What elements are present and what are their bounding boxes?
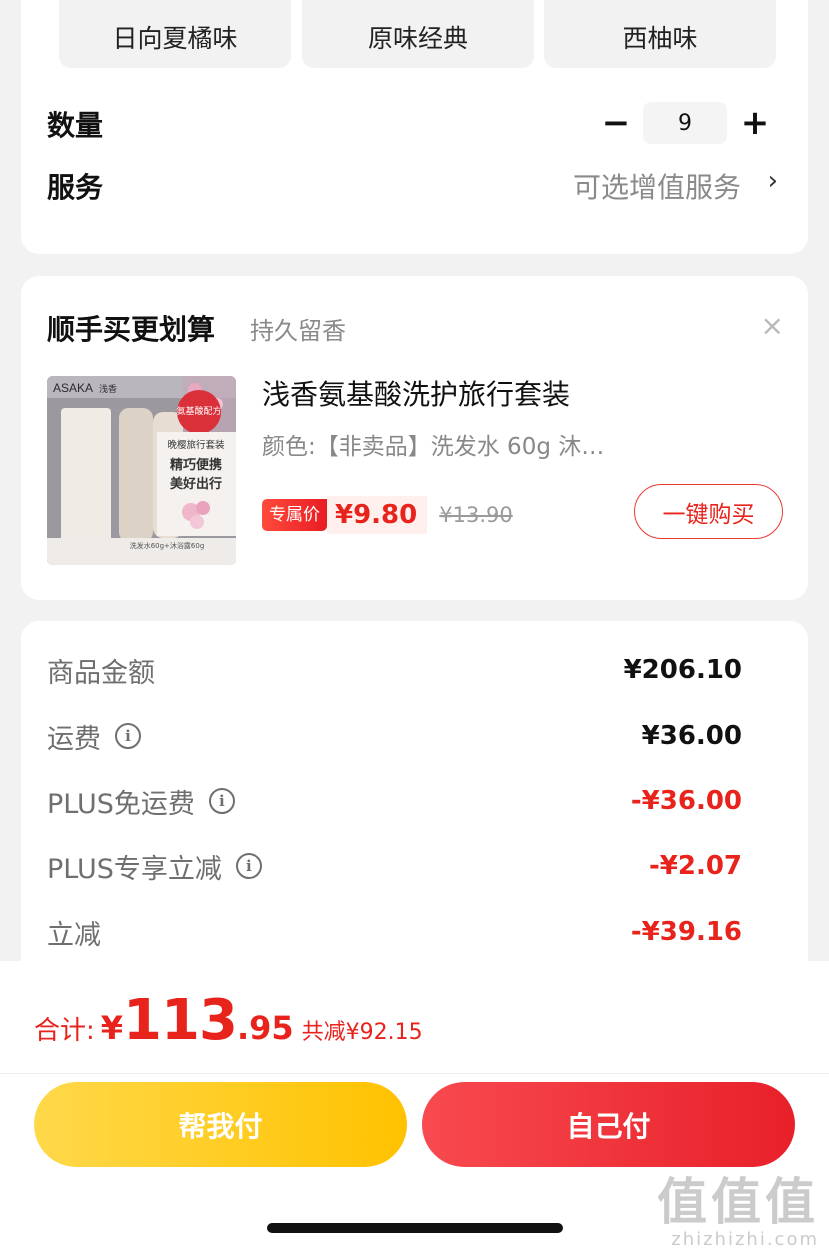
image-line-1: 晚樱旅行套装 — [167, 439, 225, 451]
exclusive-price-tag: 专属价 ¥9.80 ¥13.90 — [262, 496, 513, 534]
total-decimal: .95 — [236, 1009, 294, 1047]
summary-row-shipping: 运费 i ¥36.00 — [47, 716, 742, 756]
product-name[interactable]: 浅香氨基酸洗护旅行套装 — [262, 373, 570, 413]
one-click-buy-button[interactable]: 一键购买 — [634, 484, 783, 539]
order-total: 合计: ¥ 113 .95 共减¥92.15 — [34, 988, 423, 1053]
summary-label: 商品金额 — [47, 657, 155, 689]
sku-card: 日向夏橘味 原味经典 西柚味 数量 − 9 + 服务 可选增值服务 › — [21, 0, 808, 254]
watermark-url: zhizhizhi.com — [671, 1229, 819, 1250]
image-brand-text: ASAKA — [53, 381, 93, 395]
summary-label: 运费 — [47, 723, 101, 755]
total-currency: ¥ — [100, 1009, 124, 1047]
close-icon[interactable]: × — [761, 312, 784, 340]
info-icon[interactable]: i — [235, 853, 262, 879]
summary-row-goods: 商品金额 ¥206.10 — [47, 650, 742, 690]
image-line-2: 精巧便携 — [170, 457, 222, 473]
bundle-title: 顺手买更划算 — [47, 313, 216, 346]
total-integer: 113 — [123, 988, 238, 1053]
service-value[interactable]: 可选增值服务 — [573, 166, 741, 206]
exclusive-price: ¥9.80 — [327, 496, 428, 534]
watermark-logo: 值值值 — [657, 1173, 819, 1231]
summary-value: -¥36.00 — [630, 786, 742, 816]
quantity-decrease-button[interactable]: − — [596, 103, 636, 143]
product-spec: 颜色:【非卖品】洗发水 60g 沐浴露60g — [262, 434, 622, 460]
product-image[interactable]: ASAKA 浅香 氨基酸配方 晚樱旅行套装 精巧便携 美好出行 洗发水60g+沐… — [47, 376, 236, 565]
home-indicator[interactable] — [267, 1223, 563, 1233]
image-badge-text: 氨基酸配方 — [176, 405, 221, 417]
image-cn-brand-text: 浅香 — [99, 383, 117, 395]
total-savings: 共减¥92.15 — [301, 1020, 423, 1045]
quantity-increase-button[interactable]: + — [735, 103, 775, 143]
bundle-offer-card: 顺手买更划算 持久留香 × ASAKA 浅香 氨基酸配方 晚樱旅行套装 精巧便携… — [21, 276, 808, 600]
original-price: ¥13.90 — [439, 503, 513, 527]
summary-row-plus-discount: PLUS专享立减 i -¥2.07 — [47, 846, 742, 886]
summary-row-plus-free-shipping: PLUS免运费 i -¥36.00 — [47, 781, 742, 821]
summary-row-instant-discount: 立减 -¥39.16 — [47, 912, 742, 952]
exclusive-price-badge: 专属价 — [262, 499, 327, 531]
summary-value: -¥39.16 — [630, 917, 742, 947]
image-footer-text: 洗发水60g+沐浴露60g — [130, 541, 205, 550]
image-line-3: 美好出行 — [170, 476, 222, 492]
summary-value: ¥36.00 — [641, 721, 742, 751]
total-label: 合计: — [34, 1016, 95, 1046]
summary-value: -¥2.07 — [648, 851, 742, 881]
summary-label: PLUS免运费 — [47, 788, 195, 820]
pay-myself-button[interactable]: 自己付 — [422, 1082, 795, 1167]
divider — [0, 1073, 829, 1074]
bundle-subtitle: 持久留香 — [250, 317, 346, 345]
watermark: 值值值 zhizhizhi.com — [657, 1175, 819, 1250]
info-icon[interactable]: i — [208, 788, 235, 814]
chevron-right-icon[interactable]: › — [768, 166, 778, 196]
quantity-input[interactable]: 9 — [643, 102, 727, 144]
service-label: 服务 — [47, 171, 104, 204]
variant-option-3[interactable]: 西柚味 — [544, 0, 776, 68]
variant-option-2[interactable]: 原味经典 — [302, 0, 534, 68]
checkout-bar: 合计: ¥ 113 .95 共减¥92.15 帮我付 自己付 值值值 zhizh… — [0, 961, 829, 1251]
summary-label: PLUS专享立减 — [47, 853, 222, 885]
quantity-label: 数量 — [47, 109, 104, 142]
info-icon[interactable]: i — [115, 723, 141, 749]
summary-value: ¥206.10 — [623, 655, 742, 685]
help-me-pay-button[interactable]: 帮我付 — [34, 1082, 407, 1167]
summary-label: 立减 — [47, 919, 101, 951]
variant-option-1[interactable]: 日向夏橘味 — [59, 0, 291, 68]
product-image-art: ASAKA 浅香 氨基酸配方 晚樱旅行套装 精巧便携 美好出行 洗发水60g+沐… — [47, 376, 236, 565]
